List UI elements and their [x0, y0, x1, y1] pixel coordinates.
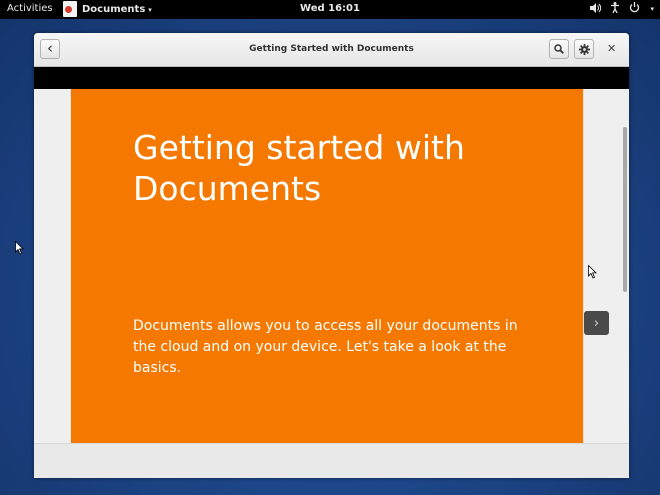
document-page: Getting started with Documents Documents…	[71, 89, 583, 443]
header-bar: ‹ Getting Started with Documents ✕	[34, 33, 629, 67]
top-bar: Activities Documents ▾ Wed 16:01 ▾	[0, 0, 660, 19]
preview-toolbar	[34, 67, 629, 89]
close-button[interactable]: ✕	[607, 42, 616, 55]
document-view[interactable]: Getting started with Documents Documents…	[34, 89, 629, 443]
gear-icon	[578, 43, 590, 55]
scrollbar-thumb[interactable]	[623, 127, 627, 292]
power-icon	[629, 2, 640, 16]
app-menu[interactable]: Documents ▾	[60, 0, 152, 19]
mouse-pointer-icon	[588, 265, 597, 279]
activities-button[interactable]: Activities	[7, 3, 53, 14]
bottom-bar	[34, 443, 629, 478]
next-page-button[interactable]: ›	[584, 311, 609, 335]
chevron-down-icon: ▾	[650, 5, 654, 13]
documents-window: ‹ Getting Started with Documents ✕ Getti…	[34, 33, 629, 478]
search-button[interactable]	[549, 39, 569, 59]
volume-icon	[590, 2, 602, 16]
app-menu-label: Documents	[82, 4, 146, 15]
settings-button[interactable]	[574, 39, 594, 59]
accessibility-icon	[611, 2, 620, 16]
slide-body: Documents allows you to access all your …	[133, 318, 518, 376]
chevron-right-icon: ›	[593, 315, 600, 331]
chevron-down-icon: ▾	[148, 5, 152, 14]
window-title: Getting Started with Documents	[249, 44, 414, 54]
system-tray[interactable]: ▾	[590, 2, 654, 16]
chevron-left-icon: ‹	[47, 38, 53, 57]
mouse-pointer-icon	[15, 241, 24, 255]
search-icon	[554, 44, 564, 54]
documents-app-icon	[60, 0, 80, 19]
back-button[interactable]: ‹	[40, 39, 60, 59]
slide-title: Getting started with Documents	[133, 128, 465, 208]
